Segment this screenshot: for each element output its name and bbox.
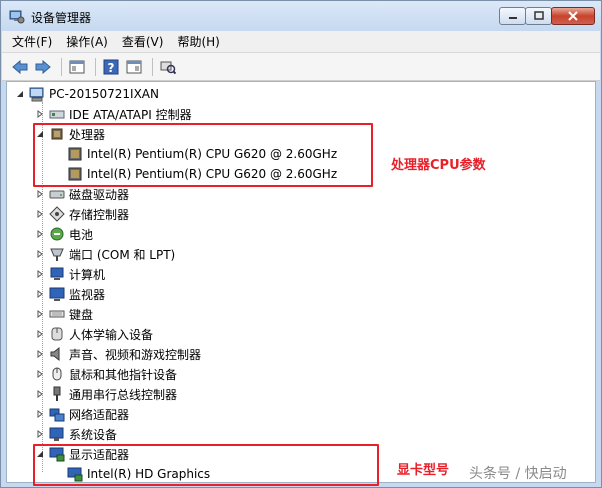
network-icon [49, 406, 65, 422]
window-title: 设备管理器 [31, 11, 92, 25]
tree-item-keyboards[interactable]: 键盘 [35, 304, 93, 324]
expand-arrow-icon[interactable] [35, 229, 45, 239]
mouse-icon [49, 366, 65, 382]
usb-icon [49, 386, 65, 402]
help-button[interactable]: ? [101, 57, 121, 77]
tree-item-label: 声音、视频和游戏控制器 [69, 347, 202, 362]
gpu-annotation: 显卡型号 [397, 463, 450, 478]
disk-icon [49, 186, 65, 202]
expand-arrow-icon[interactable] [35, 369, 45, 379]
watermark: 头条号 / 快启动 [469, 466, 567, 482]
expand-arrow-icon[interactable] [35, 309, 45, 319]
sound-icon [49, 346, 65, 362]
tree-item-label: 端口 (COM 和 LPT) [69, 247, 176, 262]
back-button[interactable] [10, 57, 30, 77]
maximize-icon [533, 11, 544, 20]
menu-view[interactable]: 查看(V) [122, 33, 164, 50]
tree-item-ide[interactable]: IDE ATA/ATAPI 控制器 [35, 104, 192, 124]
tree-root[interactable]: PC-20150721IXAN [15, 84, 159, 104]
expand-arrow-icon[interactable] [35, 409, 45, 419]
tree-item-usb[interactable]: 通用串行总线控制器 [35, 384, 177, 404]
hid-icon [49, 326, 65, 342]
tree-item-system-devices[interactable]: 系统设备 [35, 424, 117, 444]
device-manager-icon [9, 10, 25, 24]
tree-item-label: 鼠标和其他指针设备 [69, 367, 178, 382]
tree-item-label: IDE ATA/ATAPI 控制器 [69, 107, 192, 122]
tree-item-label: 计算机 [69, 267, 106, 282]
computer-icon [29, 86, 45, 102]
expand-arrow-icon[interactable] [35, 209, 45, 219]
tree-item-label: 电池 [69, 227, 94, 242]
menu-bar: 文件(F) 操作(A) 查看(V) 帮助(H) [2, 31, 600, 53]
toolbar-separator [152, 57, 153, 76]
tree-item-label: 监视器 [69, 287, 106, 302]
maximize-button[interactable] [525, 7, 552, 25]
forward-arrow-icon [35, 59, 51, 74]
expand-arrow-icon[interactable] [35, 189, 45, 199]
close-icon [568, 11, 578, 21]
expand-arrow-icon[interactable] [35, 349, 45, 359]
tree-item-battery[interactable]: 电池 [35, 224, 93, 244]
tree-item-network[interactable]: 网络适配器 [35, 404, 129, 424]
ide-icon [49, 106, 65, 122]
tree-item-label: 键盘 [69, 307, 94, 322]
tree-item-label: 磁盘驱动器 [69, 187, 130, 202]
expand-arrow-icon[interactable] [35, 249, 45, 259]
minimize-icon [508, 17, 517, 19]
view-icon [126, 60, 142, 73]
view-button[interactable] [124, 57, 144, 77]
scan-hardware-icon [160, 61, 176, 74]
tree-item-label: 系统设备 [69, 427, 118, 442]
tree-item-mice[interactable]: 鼠标和其他指针设备 [35, 364, 177, 384]
expand-arrow-icon[interactable] [35, 269, 45, 279]
expand-arrow-icon[interactable] [35, 329, 45, 339]
tree-item-computer[interactable]: 计算机 [35, 264, 105, 284]
close-button[interactable] [551, 7, 595, 25]
tree-item-label: 存储控制器 [69, 207, 130, 222]
tree-item-label: 通用串行总线控制器 [69, 387, 178, 402]
properties-button[interactable] [67, 57, 87, 77]
battery-icon [49, 226, 65, 242]
forward-button[interactable] [33, 57, 53, 77]
menu-help[interactable]: 帮助(H) [177, 33, 219, 50]
system-icon [49, 426, 65, 442]
cpu-annotation: 处理器CPU参数 [391, 158, 486, 173]
expand-arrow-icon[interactable] [35, 109, 45, 119]
tree-item-hid[interactable]: 人体学输入设备 [35, 324, 153, 344]
storage-icon [49, 206, 65, 222]
expand-arrow-icon[interactable] [35, 429, 45, 439]
svg-text:?: ? [108, 61, 115, 75]
tree-item-disk-drives[interactable]: 磁盘驱动器 [35, 184, 129, 204]
toolbar-separator [95, 57, 96, 76]
toolbar: ? [2, 53, 600, 81]
back-arrow-icon [12, 59, 28, 74]
expand-arrow-icon[interactable] [35, 289, 45, 299]
menu-file[interactable]: 文件(F) [12, 33, 52, 50]
minimize-button[interactable] [499, 7, 526, 25]
properties-icon [69, 60, 85, 73]
menu-action[interactable]: 操作(A) [66, 33, 108, 50]
tree-item-label: 网络适配器 [69, 407, 130, 422]
title-bar: 设备管理器 [1, 1, 601, 31]
toolbar-separator [61, 57, 62, 76]
collapse-arrow-icon[interactable] [15, 89, 25, 99]
tree-item-sound[interactable]: 声音、视频和游戏控制器 [35, 344, 201, 364]
cpu-highlight-box [33, 123, 373, 187]
tree-item-ports[interactable]: 端口 (COM 和 LPT) [35, 244, 175, 264]
port-icon [49, 246, 65, 262]
monitor-icon [49, 286, 65, 302]
gpu-highlight-box [33, 444, 379, 486]
tree-item-storage-controllers[interactable]: 存储控制器 [35, 204, 129, 224]
scan-hardware-button[interactable] [158, 57, 178, 77]
computer-icon [49, 266, 65, 282]
tree-item-label: 人体学输入设备 [69, 327, 154, 342]
help-icon: ? [103, 59, 119, 75]
expand-arrow-icon[interactable] [35, 389, 45, 399]
tree-item-monitors[interactable]: 监视器 [35, 284, 105, 304]
keyboard-icon [49, 306, 65, 322]
device-manager-window: 设备管理器 文件(F) 操作(A) 查看(V) 帮助(H) ? PC-20150… [0, 0, 602, 488]
tree-root-label: PC-20150721IXAN [49, 87, 159, 101]
